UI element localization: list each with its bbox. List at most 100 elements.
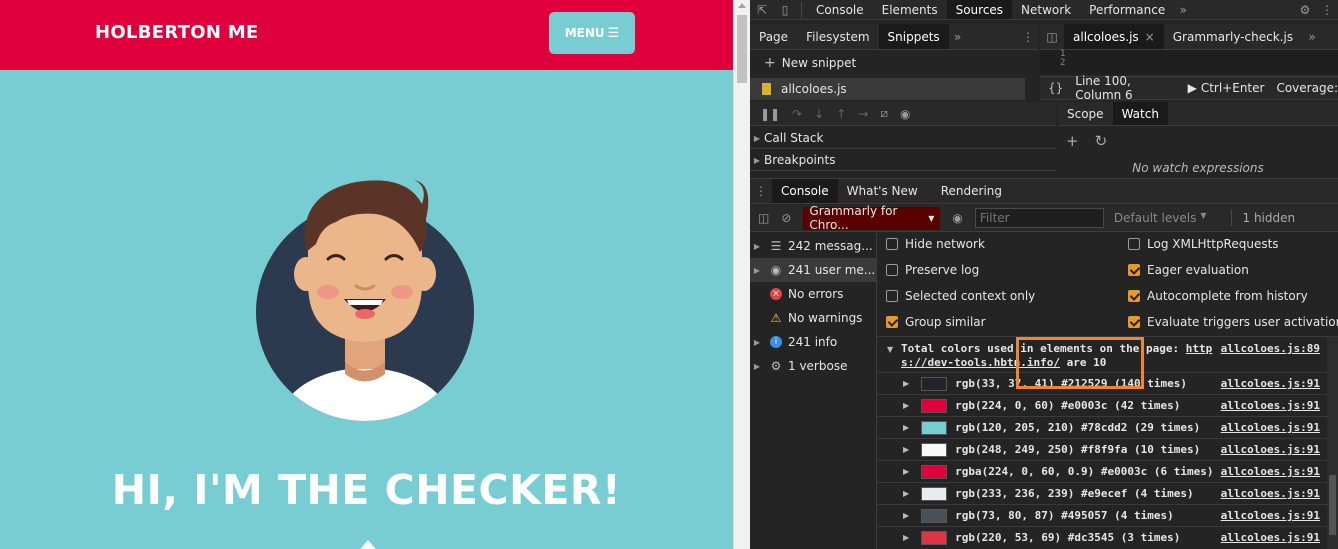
tab-network[interactable]: Network	[1012, 0, 1080, 19]
color-row-source-link[interactable]: allcoloes.js:91	[1221, 399, 1320, 412]
sidebar-item-info[interactable]: ▶ i 241 info	[750, 330, 877, 354]
breakpoints-section[interactable]: ▶ Breakpoints	[750, 150, 1056, 171]
tab-performance[interactable]: Performance	[1080, 0, 1174, 19]
setting-left-1[interactable]: Preserve log	[886, 263, 979, 277]
setting-left-3[interactable]: Group similar	[886, 315, 986, 329]
color-row[interactable]: ▶ rgba(224, 0, 60, 0.9) #e0003c (6 times)…	[877, 460, 1338, 482]
checkbox[interactable]	[886, 316, 898, 328]
checkbox[interactable]	[1128, 238, 1140, 250]
step-out-icon[interactable]: ↑	[836, 107, 846, 121]
sidebar-item-messages[interactable]: ▶ ☰ 242 messag...	[750, 234, 877, 258]
more-options-icon[interactable]: ⋮	[1316, 0, 1338, 20]
tab-watch[interactable]: Watch	[1112, 102, 1168, 125]
sidebar-item-errors[interactable]: × No errors	[750, 282, 877, 306]
menu-button[interactable]: MENU ☰	[549, 12, 635, 54]
sidebar-toggle-icon[interactable]: ◫	[758, 211, 769, 225]
sidebar-item-warnings[interactable]: ⚠ No warnings	[750, 306, 877, 330]
tab-scope[interactable]: Scope	[1058, 102, 1113, 125]
run-snippet-button[interactable]: ▶ Ctrl+Enter	[1188, 81, 1265, 95]
pause-icon[interactable]: ❚❚	[760, 107, 780, 121]
more-nav-tabs-icon[interactable]: »	[949, 24, 967, 50]
color-row[interactable]: ▶ rgb(224, 0, 60) #e0003c (42 times) allco…	[877, 394, 1338, 416]
settings-gear-icon[interactable]: ⚙	[1294, 0, 1316, 20]
setting-right-0[interactable]: Log XMLHttpRequests	[1128, 237, 1279, 251]
close-tab-icon[interactable]: ×	[1145, 30, 1155, 44]
editor-tab-grammarly[interactable]: Grammarly-check.js	[1164, 24, 1302, 49]
color-row[interactable]: ▶ rgb(233, 236, 239) #e9ecef (4 times) all…	[877, 482, 1338, 504]
checkbox[interactable]	[886, 238, 898, 250]
color-row-source-link[interactable]: allcoloes.js:91	[1221, 443, 1320, 456]
refresh-icon[interactable]: ↻	[1095, 132, 1108, 150]
snippet-file-item[interactable]: allcoloes.js	[750, 78, 1025, 100]
deactivate-breakpoints-icon[interactable]: ⧄	[880, 106, 888, 121]
setting-left-0[interactable]: Hide network	[886, 237, 985, 251]
checkbox[interactable]	[1128, 316, 1140, 328]
expand-arrow-icon[interactable]: ▶	[903, 379, 909, 388]
nav-tab-page[interactable]: Page	[750, 24, 797, 49]
color-row-source-link[interactable]: allcoloes.js:91	[1221, 531, 1320, 544]
expand-arrow-icon[interactable]: ▶	[903, 511, 909, 520]
drawer-tab-console[interactable]: Console	[772, 179, 838, 203]
expand-arrow-icon[interactable]: ▶	[903, 533, 909, 542]
setting-left-2[interactable]: Selected context only	[886, 289, 1035, 303]
page-scrollbar[interactable]	[733, 0, 750, 549]
inspect-element-icon[interactable]: ⇱	[750, 0, 774, 20]
color-row[interactable]: ▶ rgb(73, 80, 87) #495057 (4 times) allcol…	[877, 504, 1338, 526]
expand-arrow-icon[interactable]: ▶	[903, 445, 909, 454]
code-editor[interactable]: 1 2	[1040, 50, 1338, 74]
more-tabs-icon[interactable]: »	[1174, 0, 1192, 20]
console-scrollbar[interactable]	[1327, 337, 1338, 549]
step-into-icon[interactable]: ↓	[814, 107, 824, 121]
nav-tab-filesystem[interactable]: Filesystem	[797, 24, 878, 49]
drawer-tab-rendering[interactable]: Rendering	[927, 179, 1011, 203]
editor-tab-allcoloes[interactable]: allcoloes.js ×	[1064, 24, 1164, 49]
pretty-print-icon[interactable]: {}	[1048, 81, 1063, 95]
expand-arrow-icon[interactable]: ▶	[903, 467, 909, 476]
color-row-source-link[interactable]: allcoloes.js:91	[1221, 509, 1320, 522]
pause-on-exceptions-icon[interactable]: ◉	[900, 107, 910, 121]
console-scrollbar-thumb[interactable]	[1329, 475, 1336, 535]
setting-right-3[interactable]: Evaluate triggers user activation	[1128, 315, 1338, 329]
expand-arrow-icon[interactable]: ▶	[903, 489, 909, 498]
navigator-menu-icon[interactable]: ⋮	[1018, 24, 1038, 50]
tab-sources[interactable]: Sources	[946, 0, 1013, 19]
site-brand[interactable]: HOLBERTON ME	[95, 22, 259, 43]
color-row[interactable]: ▶ rgb(120, 205, 210) #78cdd2 (29 times) al…	[877, 416, 1338, 438]
tab-elements[interactable]: Elements	[873, 0, 947, 19]
collapse-arrow-icon[interactable]: ▼	[887, 345, 893, 354]
checkbox[interactable]	[1128, 264, 1140, 276]
new-snippet-button[interactable]: + New snippet	[764, 52, 856, 74]
scroll-down-icon[interactable]	[356, 540, 380, 549]
checkbox[interactable]	[1128, 290, 1140, 302]
color-row-source-link[interactable]: allcoloes.js:91	[1221, 465, 1320, 478]
call-stack-section[interactable]: ▶ Call Stack	[750, 128, 1056, 149]
expand-arrow-icon[interactable]: ▶	[903, 401, 909, 410]
more-editor-tabs-icon[interactable]: »	[1302, 24, 1322, 50]
tab-console[interactable]: Console	[807, 0, 873, 19]
add-watch-icon[interactable]: +	[1066, 132, 1079, 150]
step-over-icon[interactable]: ↷	[792, 107, 802, 121]
log-levels-dropdown[interactable]: Default levels ▼	[1114, 211, 1207, 225]
color-row[interactable]: ▶ rgb(220, 53, 69) #dc3545 (3 times) allco…	[877, 526, 1338, 548]
color-row[interactable]: ▶ rgb(248, 249, 250) #f8f9fa (10 times) al…	[877, 438, 1338, 460]
color-row-source-link[interactable]: allcoloes.js:91	[1221, 377, 1320, 390]
scroll-up-arrow-icon[interactable]	[738, 3, 746, 8]
scrollbar-thumb[interactable]	[737, 15, 747, 83]
live-expression-eye-icon[interactable]: ◉	[952, 211, 962, 225]
setting-right-2[interactable]: Autocomplete from history	[1128, 289, 1308, 303]
checkbox[interactable]	[886, 290, 898, 302]
step-icon[interactable]: →	[858, 107, 868, 121]
sidebar-item-user-messages[interactable]: ▶ ◉ 241 user me...	[750, 258, 877, 282]
filter-input[interactable]	[974, 208, 1104, 228]
toggle-navigator-icon[interactable]: ◫	[1040, 24, 1064, 50]
setting-right-1[interactable]: Eager evaluation	[1128, 263, 1249, 277]
drawer-menu-icon[interactable]: ⋮	[750, 178, 772, 204]
device-toolbar-icon[interactable]: ▯	[774, 0, 796, 20]
drawer-tab-whats-new[interactable]: What's New	[838, 179, 927, 203]
context-selector[interactable]: Grammarly for Chro... ▼	[803, 204, 941, 232]
nav-tab-snippets[interactable]: Snippets	[878, 24, 949, 49]
color-row-source-link[interactable]: allcoloes.js:91	[1221, 421, 1320, 434]
checkbox[interactable]	[886, 264, 898, 276]
summary-source-link[interactable]: allcoloes.js:89	[1221, 342, 1320, 355]
expand-arrow-icon[interactable]: ▶	[903, 423, 909, 432]
